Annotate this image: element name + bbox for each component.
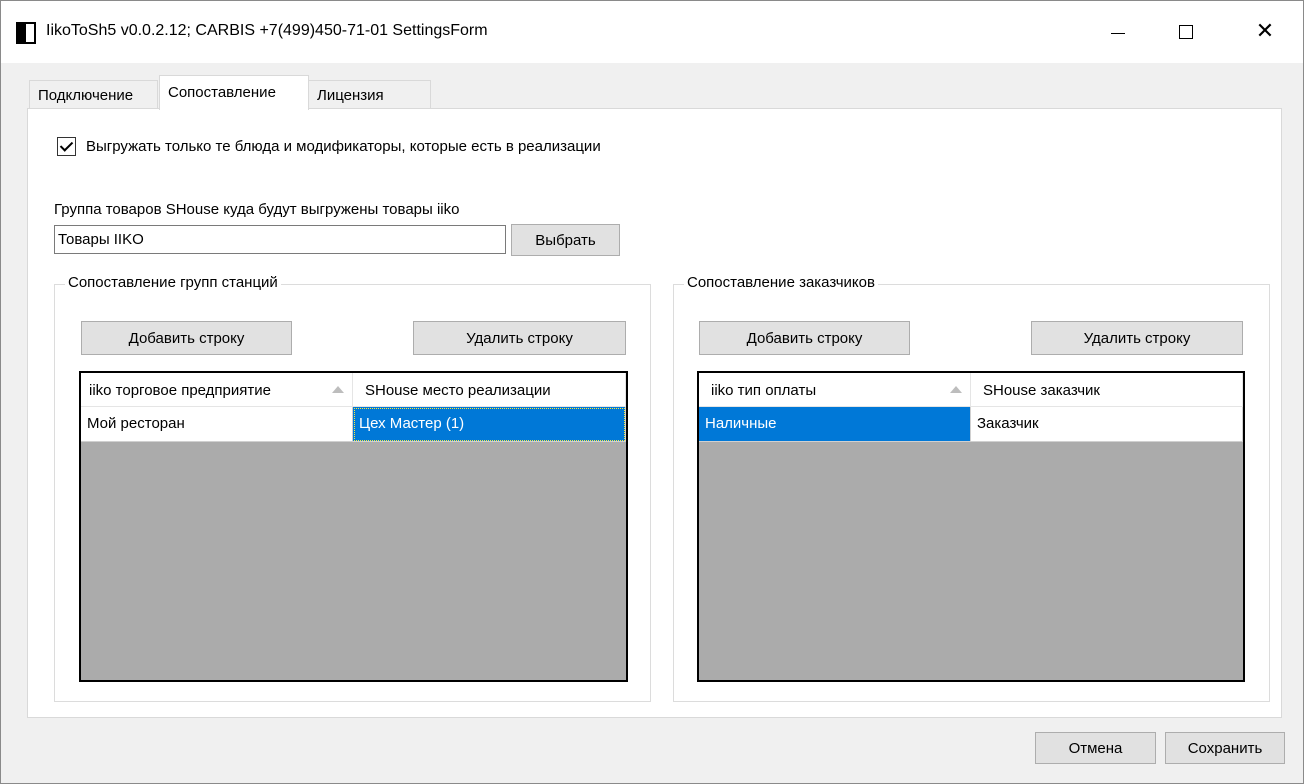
stations-col-iiko[interactable]: iiko торговое предприятие bbox=[81, 373, 353, 407]
customers-delete-row-button[interactable]: Удалить строку bbox=[1031, 321, 1243, 355]
cancel-button[interactable]: Отмена bbox=[1035, 732, 1156, 764]
close-icon: ✕ bbox=[1255, 19, 1275, 44]
customers-grid-header: iiko тип оплаты SHouse заказчик bbox=[699, 373, 1243, 407]
stations-grid-header: iiko торговое предприятие SHouse место р… bbox=[81, 373, 626, 407]
stations-cell-shouse[interactable]: Цех Мастер (1) bbox=[353, 407, 626, 442]
tab-license[interactable]: Лицензия bbox=[308, 80, 431, 109]
settings-window: IikoToSh5 v0.0.2.12; CARBIS +7(499)450-7… bbox=[0, 0, 1304, 784]
customers-col-shouse[interactable]: SHouse заказчик bbox=[971, 373, 1243, 407]
stations-col-shouse[interactable]: SHouse место реализации bbox=[353, 373, 626, 407]
stations-grid[interactable]: iiko торговое предприятие SHouse место р… bbox=[79, 371, 628, 682]
customers-add-row-button[interactable]: Добавить строку bbox=[699, 321, 910, 355]
only-sold-checkbox[interactable] bbox=[57, 137, 76, 156]
window-title: IikoToSh5 v0.0.2.12; CARBIS +7(499)450-7… bbox=[46, 22, 488, 39]
stations-col-shouse-label: SHouse место реализации bbox=[365, 382, 551, 399]
tab-connection[interactable]: Подключение bbox=[29, 80, 158, 109]
stations-cell-iiko[interactable]: Мой ресторан bbox=[81, 407, 353, 442]
title-bar[interactable]: IikoToSh5 v0.0.2.12; CARBIS +7(499)450-7… bbox=[1, 1, 1303, 63]
table-row[interactable]: Мой ресторан Цех Мастер (1) bbox=[81, 407, 626, 442]
stations-delete-row-button[interactable]: Удалить строку bbox=[413, 321, 626, 355]
maximize-button[interactable] bbox=[1146, 1, 1226, 63]
customers-cell-iiko[interactable]: Наличные bbox=[699, 407, 971, 442]
stations-col-iiko-label: iiko торговое предприятие bbox=[89, 382, 271, 399]
close-button[interactable]: ✕ bbox=[1225, 1, 1304, 63]
tab-mapping[interactable]: Сопоставление bbox=[159, 75, 309, 110]
only-sold-label[interactable]: Выгружать только те блюда и модификаторы… bbox=[86, 138, 601, 155]
sort-ascending-icon bbox=[950, 386, 962, 393]
choose-button[interactable]: Выбрать bbox=[511, 224, 620, 256]
stations-mapping-title: Сопоставление групп станций bbox=[65, 274, 281, 291]
save-button[interactable]: Сохранить bbox=[1165, 732, 1285, 764]
customers-grid[interactable]: iiko тип оплаты SHouse заказчик Наличные… bbox=[697, 371, 1245, 682]
stations-add-row-button[interactable]: Добавить строку bbox=[81, 321, 292, 355]
product-group-label: Группа товаров SHouse куда будут выгруже… bbox=[54, 201, 460, 218]
product-group-input[interactable] bbox=[54, 225, 506, 254]
customers-col-shouse-label: SHouse заказчик bbox=[983, 382, 1100, 399]
sort-ascending-icon bbox=[332, 386, 344, 393]
maximize-icon bbox=[1179, 25, 1193, 39]
customers-col-iiko[interactable]: iiko тип оплаты bbox=[699, 373, 971, 407]
customers-cell-shouse[interactable]: Заказчик bbox=[971, 407, 1243, 442]
app-icon bbox=[16, 22, 36, 44]
customers-mapping-title: Сопоставление заказчиков bbox=[684, 274, 878, 291]
minimize-icon bbox=[1111, 32, 1125, 34]
customers-col-iiko-label: iiko тип оплаты bbox=[711, 382, 817, 399]
table-row[interactable]: Наличные Заказчик bbox=[699, 407, 1243, 442]
